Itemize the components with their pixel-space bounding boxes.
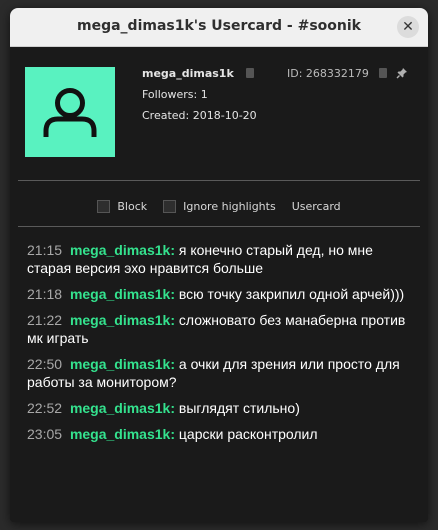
message-time: 22:52: [27, 400, 63, 416]
message-text: выглядят стильно): [178, 400, 300, 416]
message-text: всю точку закрипил одной арчей))): [178, 286, 405, 302]
ignore-highlights-checkbox[interactable]: [163, 199, 177, 213]
message-time: 21:22: [27, 312, 63, 328]
ignore-highlights-label: Ignore highlights: [183, 199, 276, 213]
copy-id-icon[interactable]: [379, 68, 388, 78]
block-checkbox[interactable]: [97, 199, 111, 213]
message-time: 22:50: [27, 356, 63, 372]
divider-top: [18, 180, 420, 181]
user-id-label: ID: 268332179: [287, 67, 369, 80]
message-author[interactable]: mega_dimas1k:: [70, 426, 175, 442]
chat-message: 22:50 mega_dimas1k: а очки для зрения ил…: [27, 355, 416, 391]
chat-message: 21:18 mega_dimas1k: всю точку закрипил о…: [27, 285, 416, 303]
message-author[interactable]: mega_dimas1k:: [70, 242, 175, 258]
message-text: царски расконтролил: [178, 426, 318, 442]
divider-bottom: [18, 226, 420, 227]
close-icon: ✕: [402, 19, 414, 35]
chat-message: 23:05 mega_dimas1k: царски расконтролил: [27, 425, 416, 443]
created-date: Created: 2018-10-20: [142, 109, 257, 122]
message-time: 21:18: [27, 286, 63, 302]
user-options: Block Ignore highlights Usercard: [10, 194, 428, 218]
chat-message: 22:52 mega_dimas1k: выглядят стильно): [27, 399, 416, 417]
title-bar[interactable]: mega_dimas1k's Usercard - #soonik ✕: [10, 8, 428, 47]
usercard-link[interactable]: Usercard: [292, 200, 341, 213]
followers-count: Followers: 1: [142, 88, 208, 101]
user-icon: [43, 88, 97, 137]
username[interactable]: mega_dimas1k: [142, 67, 234, 80]
message-author[interactable]: mega_dimas1k:: [70, 356, 175, 372]
chat-message: 21:22 mega_dimas1k: сложновато без манаб…: [27, 311, 416, 347]
ignore-highlights-option[interactable]: Ignore highlights: [163, 199, 276, 213]
block-label: Block: [117, 199, 148, 213]
message-author[interactable]: mega_dimas1k:: [70, 312, 175, 328]
avatar[interactable]: [25, 67, 115, 157]
user-id: ID: 268332179: [287, 67, 408, 81]
usercard-window: mega_dimas1k's Usercard - #soonik ✕ mega…: [10, 8, 428, 522]
window-title: mega_dimas1k's Usercard - #soonik: [77, 18, 361, 34]
copy-icon[interactable]: [246, 68, 255, 78]
close-button[interactable]: ✕: [397, 16, 419, 38]
user-info: mega_dimas1k Followers: 1 Created: 2018-…: [142, 67, 257, 130]
pin-icon[interactable]: [396, 67, 408, 79]
message-author[interactable]: mega_dimas1k:: [70, 400, 175, 416]
usercard-content: mega_dimas1k Followers: 1 Created: 2018-…: [10, 47, 428, 522]
message-time: 21:15: [27, 242, 63, 258]
message-time: 23:05: [27, 426, 63, 442]
usercard-label: Usercard: [291, 199, 341, 213]
block-option[interactable]: Block: [97, 199, 148, 213]
message-author[interactable]: mega_dimas1k:: [70, 286, 175, 302]
message-log[interactable]: 21:15 mega_dimas1k: я конечно старый дед…: [27, 241, 416, 451]
chat-message: 21:15 mega_dimas1k: я конечно старый дед…: [27, 241, 416, 277]
